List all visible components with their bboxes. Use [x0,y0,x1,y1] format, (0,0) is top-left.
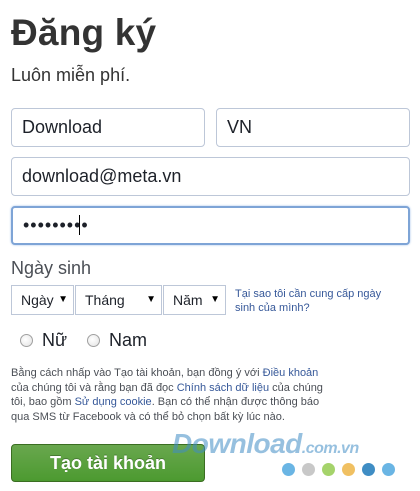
gender-female-label: Nữ [42,330,68,350]
birthday-label: Ngày sinh [11,258,92,278]
gender-female-option[interactable]: Nữ [20,330,67,351]
dropdown-arrow-icon: ▼ [210,294,220,305]
watermark-dot [382,463,395,476]
why-birthday-link[interactable]: Tại sao tôi cần cung cấp ngày sinh của m… [235,287,395,315]
page-title: Đăng ký [11,12,157,53]
gender-male-label: Nam [109,330,148,350]
terms-text: Bằng cách nhấp vào Tạo tài khoản, bạn đồ… [11,366,331,424]
terms-part-1: Bằng cách nhấp vào Tạo tài khoản, bạn đồ… [11,367,263,379]
watermark-dot [342,463,355,476]
month-select[interactable]: Tháng ▼ [75,285,162,315]
watermark-logo: Download.com.vn [172,428,359,459]
watermark-dot [362,463,375,476]
text-caret [79,215,80,235]
month-select-value: Tháng [85,292,125,308]
page-subtitle: Luôn miễn phí. [11,65,131,85]
year-select-value: Năm [173,292,203,308]
dropdown-arrow-icon: ▼ [58,294,68,305]
email-input[interactable] [11,157,410,196]
password-input[interactable] [11,206,410,245]
day-select[interactable]: Ngày ▼ [11,285,74,315]
radio-button[interactable] [20,334,33,347]
first-name-input[interactable] [11,108,205,147]
cookie-use-link[interactable]: Sử dụng cookie [75,396,152,408]
dropdown-arrow-icon: ▼ [146,294,156,305]
terms-link[interactable]: Điều khoản [263,367,319,379]
terms-part-2: của chúng tôi và rằng bạn đã đọc [11,381,177,394]
data-policy-link[interactable]: Chính sách dữ liệu [177,382,269,394]
watermark-dot [322,463,335,476]
watermark-dots [282,463,402,476]
watermark-dot [282,463,295,476]
gender-male-option[interactable]: Nam [87,330,147,351]
radio-button[interactable] [87,334,100,347]
watermark-dot [302,463,315,476]
day-select-value: Ngày [21,292,54,308]
last-name-input[interactable] [216,108,410,147]
year-select[interactable]: Năm ▼ [163,285,226,315]
